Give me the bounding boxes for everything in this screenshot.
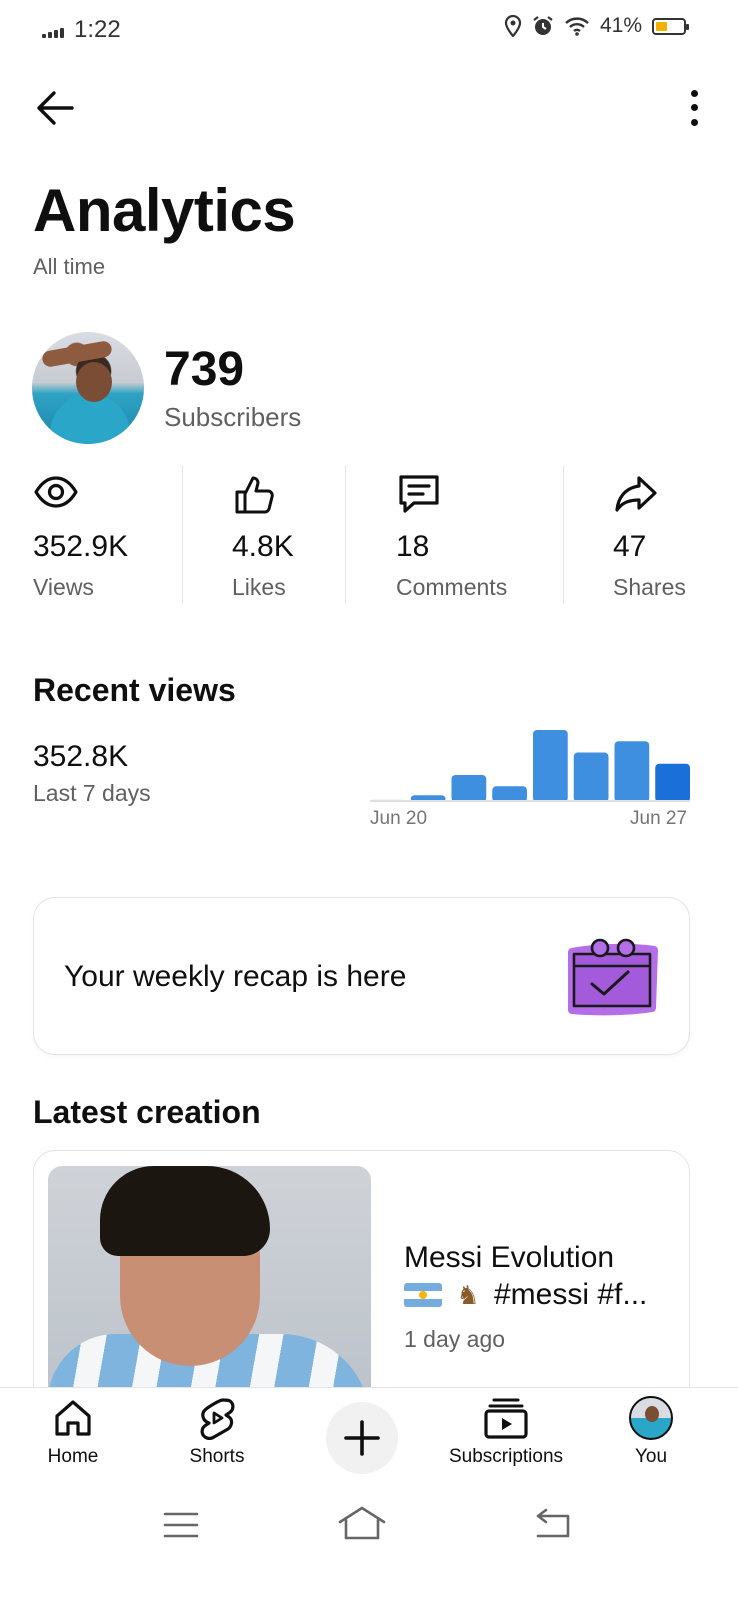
- location-icon: [504, 15, 522, 37]
- recent-views-period: Last 7 days: [33, 780, 151, 806]
- latest-creation-heading: Latest creation: [33, 1094, 261, 1130]
- chart-bar[interactable]: [573, 752, 609, 803]
- eye-icon: [34, 476, 78, 508]
- back-arrow-icon: [37, 91, 74, 125]
- nav-label: Subscriptions: [448, 1446, 564, 1467]
- create-button[interactable]: [326, 1402, 398, 1474]
- stat-label: Views: [33, 574, 94, 600]
- nav-label: Home: [47, 1446, 99, 1467]
- chart-bar[interactable]: [614, 741, 650, 802]
- stat-views[interactable]: 352.9K Views: [33, 468, 173, 604]
- recent-apps-icon[interactable]: [162, 1500, 200, 1550]
- comment-icon: [399, 475, 439, 513]
- battery-level: [656, 21, 667, 31]
- system-back-icon[interactable]: [530, 1500, 574, 1550]
- more-options-button[interactable]: [682, 86, 706, 130]
- chart-x-end-label: Jun 27: [630, 808, 688, 829]
- video-posted-time: 1 day ago: [404, 1326, 506, 1352]
- wifi-icon: [565, 17, 589, 36]
- video-hashtags: #messi #f...: [494, 1278, 648, 1311]
- plus-icon: [344, 1420, 380, 1456]
- nav-home[interactable]: Home: [40, 1396, 106, 1468]
- home-icon: [55, 1400, 91, 1436]
- subscriber-label: Subscribers: [164, 402, 302, 432]
- stat-value: 4.8K: [232, 530, 294, 563]
- dot-icon: [690, 104, 698, 112]
- subscriptions-icon: [484, 1398, 528, 1439]
- nav-label: Shorts: [189, 1446, 245, 1467]
- recent-views-value: 352.8K: [33, 740, 129, 773]
- stat-likes[interactable]: 4.8K Likes: [232, 468, 332, 604]
- subscriber-count: 739: [164, 343, 245, 396]
- dot-icon: [690, 89, 698, 97]
- channel-avatar[interactable]: [32, 332, 144, 444]
- shorts-icon: [200, 1398, 235, 1440]
- video-title: Messi Evolution: [404, 1241, 615, 1274]
- back-button[interactable]: [30, 82, 82, 134]
- status-time: 1:22: [74, 16, 121, 43]
- recent-views-heading: Recent views: [33, 672, 236, 708]
- battery-percent: 41%: [599, 14, 642, 37]
- weekly-recap-text: Your weekly recap is here: [64, 960, 407, 993]
- chart-bar[interactable]: [533, 730, 568, 802]
- stat-divider: [345, 466, 346, 604]
- profile-avatar: [629, 1396, 673, 1440]
- stat-divider: [182, 466, 183, 604]
- thumbs-up-icon: [235, 476, 274, 514]
- signal-icon: [42, 24, 64, 38]
- status-icons: 41%: [504, 14, 689, 38]
- stat-label: Shares: [613, 574, 686, 600]
- chart-bar[interactable]: [655, 763, 690, 802]
- alarm-icon: [533, 16, 553, 35]
- goat-emoji-icon: ♞: [456, 1280, 480, 1310]
- chart-baseline: [370, 800, 690, 802]
- stat-shares[interactable]: 47 Shares: [613, 468, 703, 604]
- stat-label: Likes: [232, 574, 286, 600]
- time-range-label: All time: [33, 254, 106, 279]
- stat-value: 352.9K: [33, 530, 129, 563]
- video-thumbnail[interactable]: [48, 1166, 371, 1406]
- recent-views-chart[interactable]: [370, 728, 690, 802]
- battery-icon: [652, 17, 689, 35]
- chart-bar[interactable]: [451, 775, 487, 802]
- dot-icon: [690, 119, 698, 127]
- nav-you[interactable]: You: [620, 1396, 682, 1468]
- share-icon: [615, 476, 657, 512]
- stat-value: 47: [613, 530, 647, 563]
- nav-shorts[interactable]: Shorts: [184, 1396, 250, 1468]
- stat-divider: [563, 466, 564, 604]
- nav-subscriptions[interactable]: Subscriptions: [440, 1396, 572, 1468]
- stat-value: 18: [396, 530, 430, 563]
- video-tags: ♞ #messi #f...: [404, 1278, 647, 1312]
- calendar-check-icon: [568, 938, 658, 1016]
- stat-label: Comments: [396, 574, 508, 600]
- stat-comments[interactable]: 18 Comments: [396, 468, 546, 604]
- system-home-icon[interactable]: [336, 1500, 388, 1550]
- argentina-flag-icon: [404, 1283, 442, 1307]
- nav-label: You: [634, 1446, 668, 1467]
- page-title: Analytics: [33, 177, 296, 244]
- chart-x-start-label: Jun 20: [370, 808, 428, 829]
